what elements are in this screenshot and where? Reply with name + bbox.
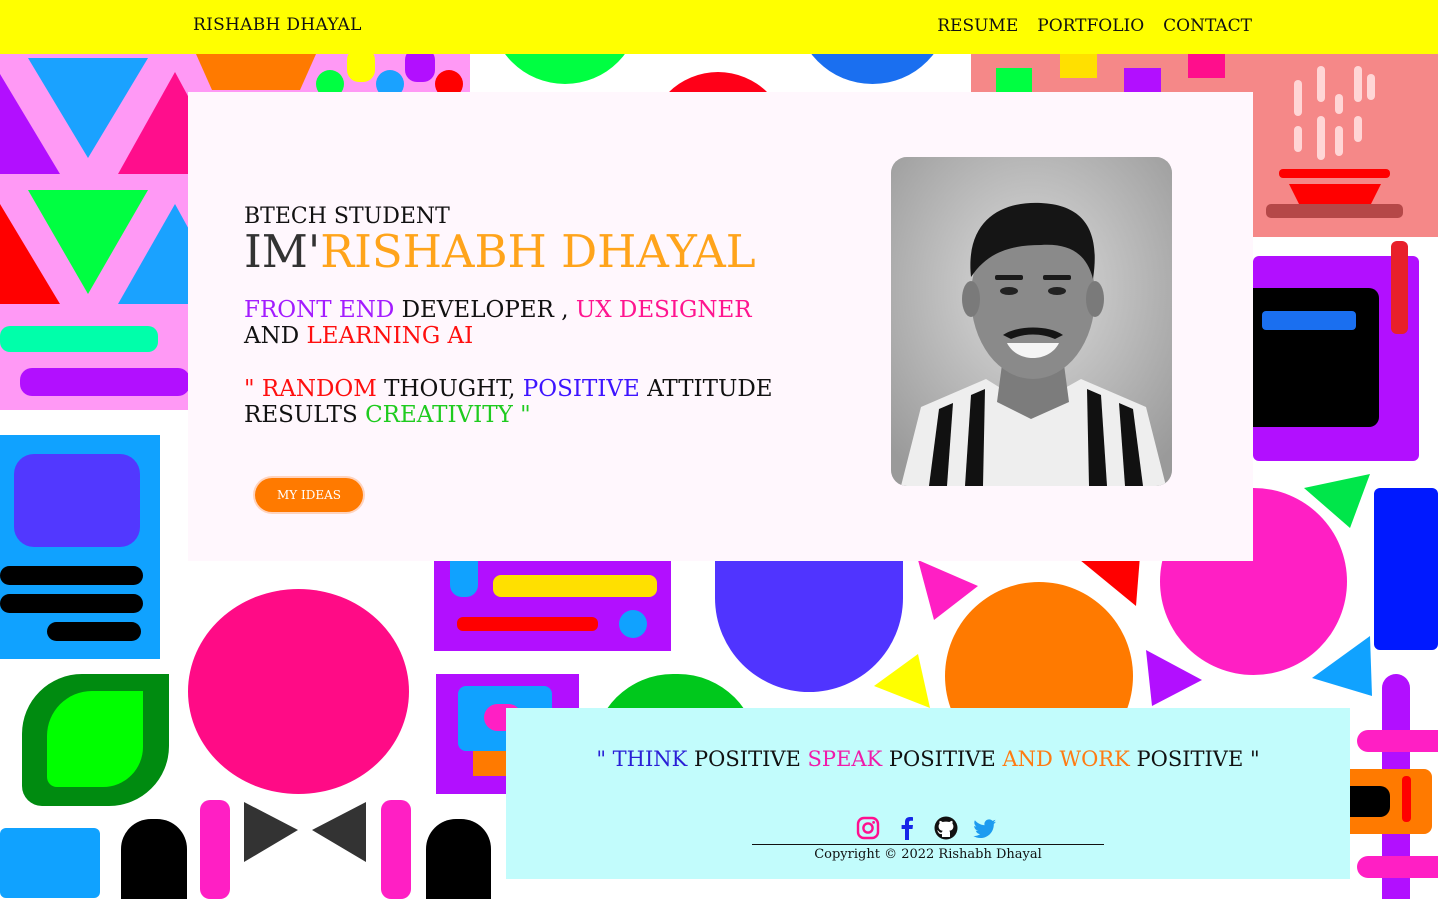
social-links: [855, 815, 998, 841]
nav-link-portfolio[interactable]: PORTFOLIO: [1037, 16, 1144, 36]
portrait-illustration: [891, 157, 1172, 486]
motto-positive-2: POSITIVE: [882, 747, 1003, 771]
hero-roles: FRONT END DEVELOPER , UX DESIGNER AND LE…: [244, 297, 752, 349]
hero-quote: " RANDOM THOUGHT, POSITIVE ATTITUDE RESU…: [244, 376, 773, 428]
role-ux-designer: UX DESIGNER: [575, 297, 752, 323]
nav-link-resume[interactable]: RESUME: [937, 16, 1018, 36]
role-front-end: FRONT END: [244, 297, 395, 323]
quote-results: RESULTS: [244, 402, 366, 428]
quote-random: " RANDOM: [244, 376, 377, 402]
facebook-icon[interactable]: [894, 815, 920, 841]
my-ideas-button[interactable]: MY IDEAS: [255, 478, 363, 512]
footer-motto: " THINK POSITIVE SPEAK POSITIVE AND WORK…: [506, 747, 1350, 771]
nav-link-contact[interactable]: CONTACT: [1163, 16, 1252, 36]
quote-positive: POSITIVE: [522, 376, 640, 402]
role-learning-ai: LEARNING AI: [306, 323, 474, 349]
footer-card: " THINK POSITIVE SPEAK POSITIVE AND WORK…: [506, 708, 1350, 879]
github-icon[interactable]: [933, 815, 959, 841]
twitter-icon[interactable]: [972, 815, 998, 841]
hero-headline: IM'RISHABH DHAYAL: [244, 225, 756, 278]
footer-divider: [752, 844, 1104, 845]
motto-think: " THINK: [596, 747, 688, 771]
motto-positive-1: POSITIVE: [687, 747, 808, 771]
quote-thought: THOUGHT,: [376, 376, 523, 402]
hero-card: BTECH STUDENT IM'RISHABH DHAYAL FRONT EN…: [188, 92, 1253, 561]
motto-and-work: AND WORK: [1002, 747, 1130, 771]
profile-photo: [891, 157, 1172, 486]
copyright-text: Copyright © 2022 Rishabh Dhayal: [814, 847, 1042, 862]
role-developer: DEVELOPER ,: [394, 297, 576, 323]
motto-positive-3: POSITIVE ": [1129, 747, 1260, 771]
instagram-icon[interactable]: [855, 815, 881, 841]
quote-attitude: ATTITUDE: [639, 376, 773, 402]
top-nav-bar: RISHABH DHAYAL RESUME PORTFOLIO CONTACT: [0, 0, 1438, 54]
nav-links: RESUME PORTFOLIO CONTACT: [937, 16, 1252, 36]
headline-name: RISHABH DHAYAL: [320, 225, 756, 278]
brand-name[interactable]: RISHABH DHAYAL: [193, 15, 362, 35]
bowtie-shape: [244, 802, 366, 862]
quote-creativity: CREATIVITY ": [365, 402, 531, 428]
motto-speak: SPEAK: [807, 747, 883, 771]
headline-prefix: IM': [244, 225, 321, 278]
role-and: AND: [244, 323, 307, 349]
